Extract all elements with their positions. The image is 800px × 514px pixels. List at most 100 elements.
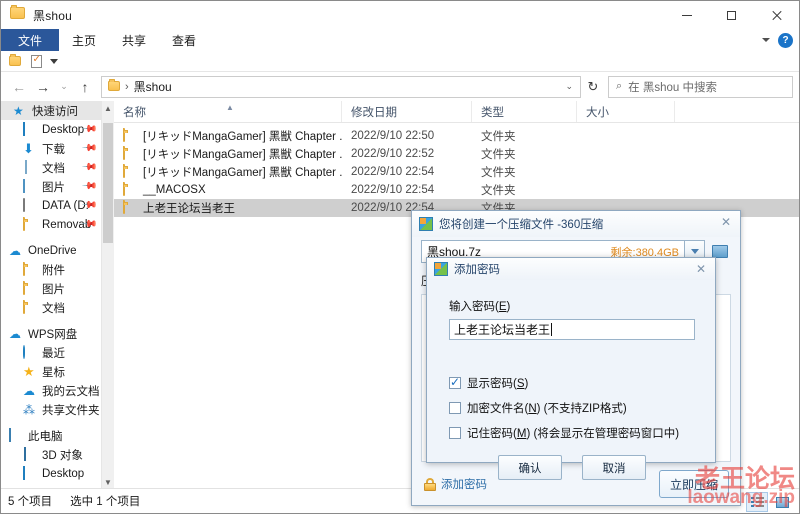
label-prefix: 显示密码( [467, 378, 517, 390]
column-header-type[interactable]: 类型 [472, 101, 577, 122]
sidebar-item-wps-cloud[interactable]: ☁ WPS网盘 [1, 324, 101, 343]
file-name: __MACOSX [143, 184, 206, 196]
title-bar: 黑shou [1, 1, 799, 29]
scroll-down-icon[interactable]: ▼ [102, 475, 114, 489]
sidebar-item-shared-folder[interactable]: ⁂ 共享文件夹 [1, 400, 101, 419]
folder-icon[interactable] [8, 54, 22, 68]
password-dialog: 添加密码 ✕ 输入密码(E) 上老王论坛当老王 显示密码(S) 加密文件名(N)… [426, 257, 716, 480]
sidebar-item-my-cloud-docs[interactable]: ☁ 我的云文档 [1, 381, 101, 400]
column-header-size[interactable]: 大小 [577, 101, 675, 122]
up-button[interactable]: ↑ [73, 76, 97, 98]
this-pc-icon [9, 427, 23, 443]
tab-home[interactable]: 主页 [59, 29, 109, 51]
sidebar-item-recent[interactable]: 最近 [1, 343, 101, 362]
sidebar-item-onedrive-pictures[interactable]: 图片 [1, 279, 101, 298]
sidebar-item-pictures[interactable]: 图片 📌 [1, 177, 101, 196]
address-bar[interactable]: › 黑shou ⌄ [101, 75, 581, 98]
sidebar-item-label: 星标 [42, 366, 65, 379]
sidebar-item-starred[interactable]: ★ 星标 [1, 362, 101, 381]
sidebar-item-label: Desktop [42, 467, 85, 480]
address-dropdown-icon[interactable]: ⌄ [565, 81, 576, 92]
label-suffix: ) (将会显示在管理密码窗口中) [526, 428, 680, 440]
back-button[interactable]: ← [7, 76, 31, 98]
tab-share[interactable]: 共享 [109, 29, 159, 51]
caret-up-icon: ▲ [226, 103, 234, 112]
sidebar-item-documents[interactable]: 文档 📌 [1, 158, 101, 177]
close-icon[interactable]: ✕ [719, 215, 733, 229]
password-input[interactable]: 上老王论坛当老王 [449, 319, 695, 340]
maximize-button[interactable] [709, 1, 754, 29]
sidebar-item-label: Desktop [42, 123, 85, 136]
table-row[interactable]: [リキッドMangaGamer] 黑獣 Chapter ... 2022/9/1… [114, 127, 799, 145]
tab-view[interactable]: 查看 [159, 29, 209, 51]
encrypt-filename-checkbox[interactable]: 加密文件名(N) (不支持ZIP格式) [449, 400, 695, 416]
sidebar-item-onedrive[interactable]: ☁ OneDrive [1, 241, 101, 260]
column-label: 名称 [123, 106, 146, 119]
pin-icon: 📌 [80, 140, 98, 157]
close-icon[interactable]: ✕ [694, 262, 708, 276]
label-suffix: ) (不支持ZIP格式) [536, 403, 627, 415]
column-label: 大小 [586, 106, 609, 119]
tab-file[interactable]: 文件 [1, 29, 60, 51]
checkbox-label: 加密文件名(N) (不支持ZIP格式) [467, 400, 627, 416]
sidebar-item-downloads[interactable]: ⬇ 下载 📌 [1, 139, 101, 158]
properties-icon[interactable] [29, 54, 43, 68]
column-header-name[interactable]: 名称 ▲ [114, 101, 342, 122]
remember-password-checkbox[interactable]: 记住密码(M) (将会显示在管理密码窗口中) [449, 425, 695, 441]
column-label: 修改日期 [351, 106, 397, 119]
password-dialog-title: 添加密码 [454, 264, 500, 276]
label-suffix: ) [524, 378, 529, 390]
sidebar-item-onedrive-documents[interactable]: 文档 [1, 298, 101, 317]
recent-locations-button[interactable]: ⌄ [55, 76, 73, 98]
show-password-checkbox[interactable]: 显示密码(S) [449, 375, 695, 391]
help-icon[interactable]: ? [778, 32, 793, 48]
folder-icon [123, 164, 137, 179]
sidebar-item-removable[interactable]: Removab 📌 [1, 215, 101, 234]
sidebar-item-quick-access[interactable]: ★ 快速访问 [1, 101, 101, 120]
360-zip-icon [419, 217, 433, 231]
sidebar-item-label: 文档 [42, 302, 65, 315]
scroll-up-icon[interactable]: ▲ [102, 101, 114, 115]
scrollbar-thumb[interactable] [103, 123, 113, 243]
pin-icon: 📌 [80, 178, 98, 195]
column-header-date[interactable]: 修改日期 [342, 101, 472, 122]
file-name-cell: __MACOSX [114, 181, 342, 199]
details-view-button[interactable] [746, 492, 768, 512]
item-count: 5 个项目 [8, 496, 53, 508]
sidebar-item-3d-objects[interactable]: 3D 对象 [1, 445, 101, 464]
file-name-cell: [リキッドMangaGamer] 黑獣 Chapter ... [114, 145, 342, 163]
table-row[interactable]: [リキッドMangaGamer] 黑獣 Chapter ... 2022/9/1… [114, 163, 799, 181]
chevron-down-icon[interactable] [50, 58, 58, 64]
table-row[interactable]: __MACOSX 2022/9/10 22:54 文件夹 [114, 181, 799, 199]
pictures-icon [23, 178, 37, 194]
chevron-down-icon[interactable] [762, 38, 770, 42]
pin-icon: 📌 [80, 159, 98, 176]
sidebar-item-pc-desktop[interactable]: Desktop [1, 464, 101, 483]
sidebar-item-this-pc[interactable]: 此电脑 [1, 426, 101, 445]
sidebar-item-desktop[interactable]: Desktop 📌 [1, 120, 101, 139]
selection-count: 选中 1 个项目 [70, 496, 141, 508]
window-controls [664, 1, 799, 29]
file-date-cell: 2022/9/10 22:52 [351, 148, 435, 160]
3d-objects-icon [23, 446, 37, 462]
navigation-pane-scrollbar[interactable]: ▲ ▼ [101, 101, 114, 489]
label-prefix: 加密文件名( [467, 403, 529, 415]
pin-star-icon: ★ [13, 103, 24, 118]
refresh-button[interactable]: ↻ [581, 76, 605, 98]
star-icon: ★ [23, 363, 35, 379]
sidebar-item-data-drive[interactable]: DATA (D: 📌 [1, 196, 101, 215]
search-box[interactable]: ⌕ 在 黑shou 中搜索 [608, 75, 793, 98]
sidebar-item-onedrive-attachments[interactable]: 附件 [1, 260, 101, 279]
large-icons-view-button[interactable] [771, 492, 793, 512]
sidebar-item-label: WPS网盘 [28, 328, 78, 341]
label-prefix: 输入密码( [449, 301, 499, 313]
minimize-button[interactable] [664, 1, 709, 29]
forward-button[interactable]: → [31, 76, 55, 98]
table-row[interactable]: [リキッドMangaGamer] 黑獣 Chapter ... 2022/9/1… [114, 145, 799, 163]
cancel-button[interactable]: 取消 [582, 455, 646, 480]
cloud-icon: ☁ [9, 326, 21, 341]
column-header-spacer [675, 101, 799, 122]
ok-button[interactable]: 确认 [498, 455, 562, 480]
close-button[interactable] [754, 1, 799, 29]
breadcrumb-path[interactable]: 黑shou [134, 78, 172, 95]
